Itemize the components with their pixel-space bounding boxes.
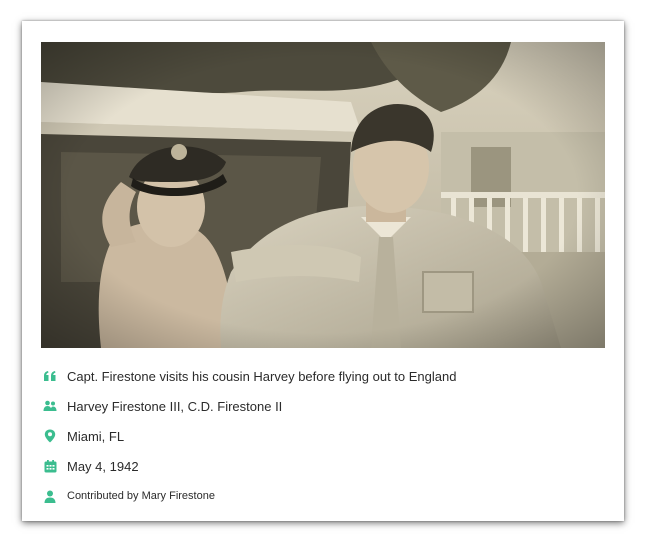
calendar-icon <box>43 459 57 473</box>
people-icon <box>43 399 57 413</box>
photo-card: Capt. Firestone visits his cousin Harvey… <box>22 21 624 521</box>
contributor-text: Contributed by Mary Firestone <box>67 490 215 502</box>
date-row: May 4, 1942 <box>43 451 603 481</box>
people-row: Harvey Firestone III, C.D. Firestone II <box>43 391 603 421</box>
date-text: May 4, 1942 <box>67 458 139 474</box>
location-text: Miami, FL <box>67 428 125 444</box>
location-pin-icon <box>43 429 57 443</box>
vintage-photo[interactable] <box>41 42 605 348</box>
person-icon <box>43 489 57 503</box>
contributor-row: Contributed by Mary Firestone <box>43 481 603 511</box>
location-row: Miami, FL <box>43 421 603 451</box>
caption-text: Capt. Firestone visits his cousin Harvey… <box>67 368 457 384</box>
people-text: Harvey Firestone III, C.D. Firestone II <box>67 398 283 414</box>
vintage-photo-illustration <box>41 42 605 348</box>
quote-icon <box>43 369 57 383</box>
caption-row: Capt. Firestone visits his cousin Harvey… <box>43 361 603 391</box>
photo-details: Capt. Firestone visits his cousin Harvey… <box>43 361 603 511</box>
